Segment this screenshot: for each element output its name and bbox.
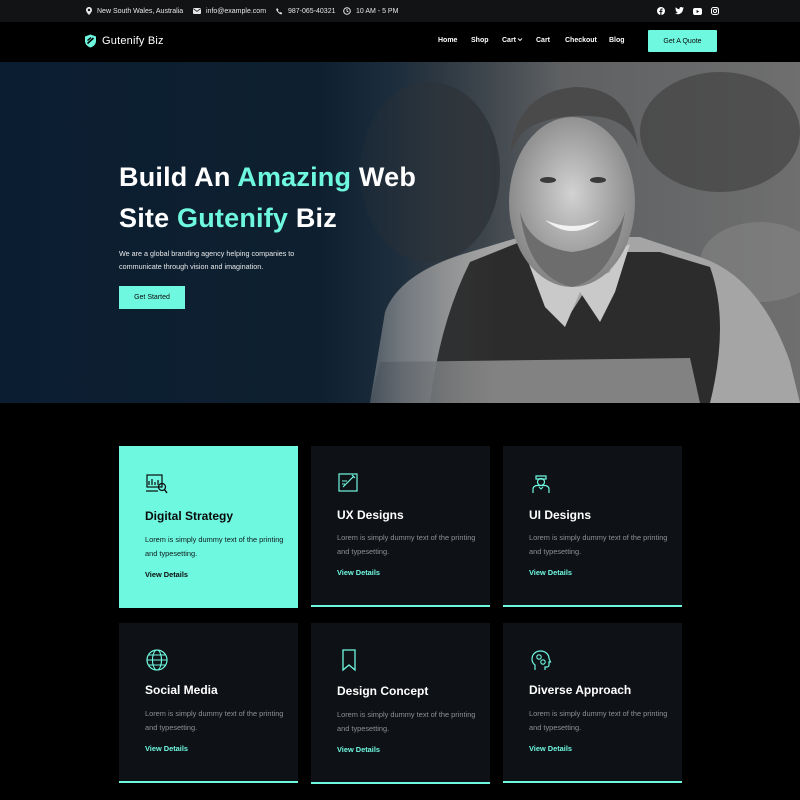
nav-cart[interactable]: Cart: [536, 37, 550, 44]
service-card-design-concept[interactable]: Design Concept Lorem is simply dummy tex…: [311, 623, 490, 784]
view-details-link[interactable]: View Details: [529, 744, 572, 753]
service-card-ui-designs[interactable]: UI Designs Lorem is simply dummy text of…: [503, 446, 682, 607]
heading-text: Web: [351, 162, 417, 192]
service-card-digital-strategy[interactable]: Digital Strategy Lorem is simply dummy t…: [119, 446, 298, 608]
mind-gears-icon: [531, 650, 552, 670]
site-header: Gutenify Biz Home Shop Cart Cart Checkou…: [0, 22, 800, 62]
view-details-link[interactable]: View Details: [337, 745, 380, 754]
facebook-icon[interactable]: [656, 6, 666, 16]
design-tablet-icon: [338, 473, 358, 492]
twitter-icon[interactable]: [674, 6, 684, 16]
heading-text: Biz: [288, 203, 337, 233]
service-title: UX Designs: [337, 508, 404, 522]
heading-text: Build An: [119, 162, 238, 192]
view-details-link[interactable]: View Details: [145, 570, 188, 579]
heading-text: Site: [119, 203, 178, 233]
phone-text[interactable]: 987-065-40321: [288, 8, 336, 15]
service-card-social-media[interactable]: Social Media Lorem is simply dummy text …: [119, 623, 298, 783]
view-details-link[interactable]: View Details: [529, 568, 572, 577]
hero-heading-line2: Site Gutenify Biz: [119, 197, 337, 239]
service-title: Social Media: [145, 683, 218, 697]
location-pin-icon: [86, 7, 92, 15]
service-description: Lorem is simply dummy text of the printi…: [337, 533, 476, 556]
service-card-diverse-approach[interactable]: Diverse Approach Lorem is simply dummy t…: [503, 623, 682, 783]
social-links: [648, 0, 720, 22]
phone-icon: [276, 7, 283, 14]
service-title: UI Designs: [529, 508, 592, 522]
nav-checkout[interactable]: Checkout: [565, 37, 597, 44]
service-description: Lorem is simply dummy text of the printi…: [145, 709, 284, 732]
envelope-icon: [193, 8, 201, 14]
phone-info[interactable]: 987-065-40321: [276, 0, 336, 22]
top-bar: New South Wales, Australia info@example.…: [0, 0, 800, 22]
nav-shop[interactable]: Shop: [471, 37, 489, 44]
analytics-icon: [146, 474, 168, 494]
nav-blog[interactable]: Blog: [609, 37, 625, 44]
hours-text: 10 AM - 5 PM: [356, 7, 399, 15]
view-details-link[interactable]: View Details: [145, 744, 188, 753]
globe-icon: [146, 649, 168, 671]
clock-icon: [343, 7, 351, 15]
nav-home[interactable]: Home: [438, 37, 457, 44]
location-text: New South Wales, Australia: [97, 7, 184, 15]
bookmark-icon: [342, 649, 356, 672]
service-description: Lorem is simply dummy text of the printi…: [529, 709, 668, 732]
nav-cart-dropdown[interactable]: Cart: [502, 37, 523, 44]
service-description: Lorem is simply dummy text of the printi…: [337, 710, 476, 733]
get-started-button[interactable]: Get Started: [119, 286, 185, 309]
get-quote-button[interactable]: Get A Quote: [648, 30, 717, 52]
location-info: New South Wales, Australia: [86, 0, 183, 22]
youtube-icon[interactable]: [692, 6, 702, 16]
designer-icon: [532, 475, 550, 493]
service-description: Lorem is simply dummy text of the printi…: [145, 535, 284, 558]
hero-heading-line1: Build An Amazing Web: [119, 156, 416, 198]
hours-info: 10 AM - 5 PM: [343, 0, 398, 22]
service-description: Lorem is simply dummy text of the printi…: [529, 533, 668, 556]
nav-cart-dropdown-label: Cart: [502, 37, 517, 44]
instagram-icon[interactable]: [710, 6, 720, 16]
hero-section: Build An Amazing Web Site Gutenify Biz W…: [0, 62, 800, 403]
hero-subtitle: We are a global branding agency helping …: [119, 249, 295, 271]
service-title: Diverse Approach: [529, 683, 632, 697]
email-info[interactable]: info@example.com: [193, 0, 266, 22]
service-card-ux-designs[interactable]: UX Designs Lorem is simply dummy text of…: [311, 446, 490, 607]
service-title: Digital Strategy: [145, 509, 234, 523]
service-title: Design Concept: [337, 684, 429, 698]
chevron-down-icon: [517, 38, 523, 42]
heading-accent: Amazing: [237, 162, 352, 192]
view-details-link[interactable]: View Details: [337, 568, 380, 577]
email-text[interactable]: info@example.com: [206, 8, 266, 15]
heading-accent: Gutenify: [177, 203, 289, 233]
